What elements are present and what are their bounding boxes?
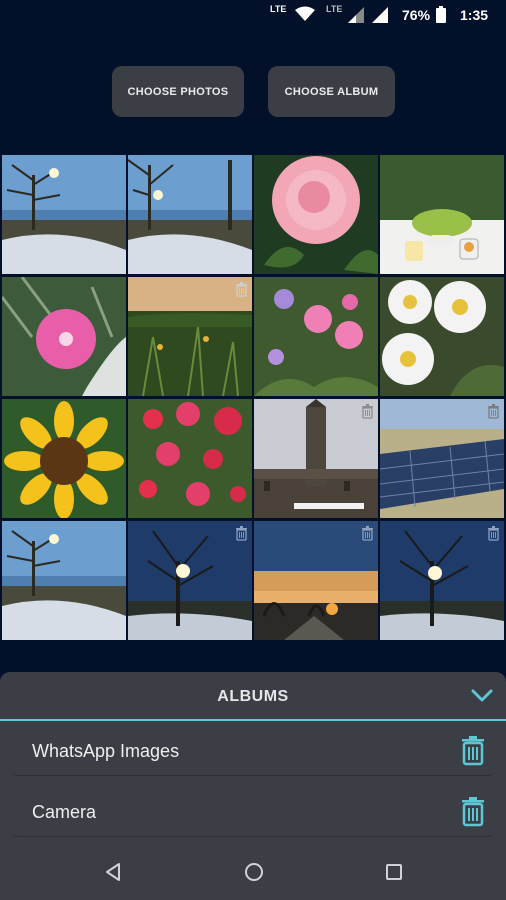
photo-tile[interactable] [2, 155, 126, 274]
choose-album-button[interactable]: CHOOSE ALBUM [268, 66, 395, 117]
photo-tile[interactable] [254, 399, 378, 518]
battery-percent: 76% [402, 7, 431, 23]
album-row[interactable]: WhatsApp Images [12, 726, 494, 776]
battery-icon [436, 6, 446, 26]
album-label: WhatsApp Images [32, 741, 180, 761]
trash-icon[interactable] [361, 403, 374, 419]
back-icon[interactable] [102, 861, 124, 883]
trash-icon[interactable] [460, 734, 486, 766]
trash-icon[interactable] [460, 795, 486, 827]
albums-panel: ALBUMS WhatsApp Images Camera [0, 672, 506, 844]
lte-label: LTE [270, 4, 287, 14]
choose-photos-button[interactable]: CHOOSE PHOTOS [112, 66, 244, 117]
app-screen: LTE LTE 76% 1:35 CHOOSE PHOTOS CHOOSE AL… [0, 0, 506, 900]
photo-tile[interactable] [254, 521, 378, 640]
trash-icon[interactable] [361, 525, 374, 541]
photo-tile[interactable] [128, 521, 252, 640]
album-row[interactable]: Camera [12, 787, 494, 837]
photo-tile[interactable] [128, 277, 252, 396]
photo-tile[interactable] [2, 399, 126, 518]
photo-grid [2, 155, 505, 641]
lte-secondary-label: LTE [326, 4, 343, 14]
albums-title: ALBUMS [217, 688, 289, 705]
status-bar: LTE LTE 76% 1:35 [0, 0, 506, 32]
recents-icon[interactable] [383, 861, 405, 883]
album-label: Camera [32, 802, 97, 822]
albums-header[interactable]: ALBUMS [0, 672, 506, 721]
chevron-down-icon[interactable] [470, 684, 494, 708]
photo-tile[interactable] [380, 521, 504, 640]
trash-icon[interactable] [487, 525, 500, 541]
clock: 1:35 [460, 7, 489, 23]
navigation-bar [0, 844, 506, 900]
wifi-icon [295, 6, 315, 25]
photo-tile[interactable] [254, 155, 378, 274]
photo-tile[interactable] [128, 399, 252, 518]
signal-icon [348, 7, 364, 26]
photo-tile[interactable] [2, 277, 126, 396]
trash-icon[interactable] [487, 403, 500, 419]
trash-icon[interactable] [235, 525, 248, 541]
home-icon[interactable] [243, 861, 265, 883]
photo-tile[interactable] [254, 277, 378, 396]
signal-icon [372, 7, 388, 26]
photo-tile[interactable] [128, 155, 252, 274]
photo-tile[interactable] [380, 155, 504, 274]
trash-icon[interactable] [235, 281, 248, 297]
photo-tile[interactable] [2, 521, 126, 640]
photo-tile[interactable] [380, 399, 504, 518]
photo-tile[interactable] [380, 277, 504, 396]
